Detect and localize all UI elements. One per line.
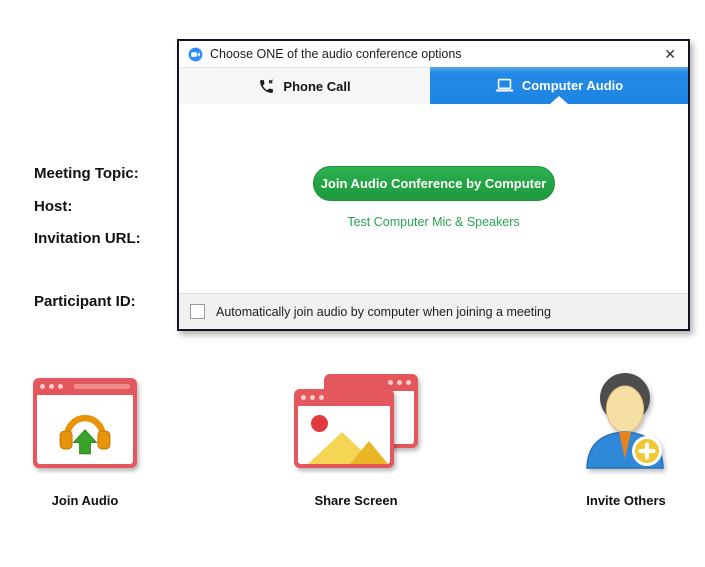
active-tab-caret xyxy=(550,96,568,104)
tab-computer-audio-label: Computer Audio xyxy=(522,78,623,93)
invitation-url-label: Invitation URL: xyxy=(34,230,141,247)
join-audio-label: Join Audio xyxy=(33,493,137,508)
join-audio-icon xyxy=(33,378,137,468)
share-screen-label: Share Screen xyxy=(296,493,416,508)
tab-computer-audio[interactable]: Computer Audio xyxy=(430,67,688,104)
headphones-up-arrow-icon xyxy=(54,404,116,456)
dialog-title: Choose ONE of the audio conference optio… xyxy=(210,47,462,61)
tab-phone-call-label: Phone Call xyxy=(283,79,350,94)
invite-others-label: Invite Others xyxy=(576,493,676,508)
laptop-icon xyxy=(495,78,514,93)
join-audio-by-computer-button[interactable]: Join Audio Conference by Computer xyxy=(313,166,555,201)
phone-icon xyxy=(258,78,275,95)
auto-join-checkbox-label: Automatically join audio by computer whe… xyxy=(216,305,551,319)
test-mic-speakers-link[interactable]: Test Computer Mic & Speakers xyxy=(179,215,688,229)
window-body xyxy=(37,395,133,464)
zoom-camera-icon xyxy=(188,47,203,62)
window-header xyxy=(33,378,137,395)
share-screen-button[interactable] xyxy=(294,374,418,470)
dialog-content: Join Audio Conference by Computer Test C… xyxy=(179,104,688,293)
join-audio-button[interactable] xyxy=(33,378,137,468)
dialog-titlebar: Choose ONE of the audio conference optio… xyxy=(179,41,688,67)
image-mountains xyxy=(300,422,390,464)
dialog-footer: Automatically join audio by computer whe… xyxy=(179,293,688,329)
invite-others-button[interactable] xyxy=(581,371,671,471)
close-icon[interactable]: ✕ xyxy=(661,47,679,61)
participant-id-label: Participant ID: xyxy=(34,293,136,310)
dialog-tabs: Phone Call Computer Audio xyxy=(179,67,688,104)
person-plus-icon xyxy=(581,371,671,471)
host-label: Host: xyxy=(34,198,72,215)
share-screen-icon xyxy=(294,389,394,468)
meeting-topic-label: Meeting Topic: xyxy=(34,165,139,182)
audio-conference-dialog: Choose ONE of the audio conference optio… xyxy=(177,39,690,331)
auto-join-checkbox[interactable] xyxy=(190,304,205,319)
tab-phone-call[interactable]: Phone Call xyxy=(179,67,430,104)
zoom-meeting-window: Meeting Topic: Host: Invitation URL: Par… xyxy=(0,0,705,567)
